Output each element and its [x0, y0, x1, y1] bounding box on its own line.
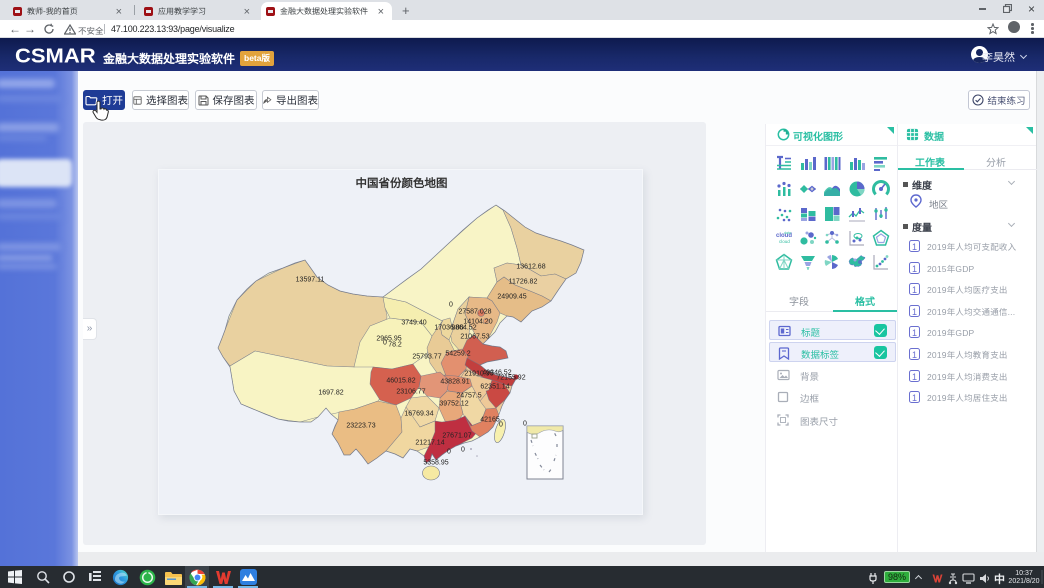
svg-text:13612.68: 13612.68 [516, 264, 545, 271]
svg-text:21067.53: 21067.53 [460, 334, 489, 341]
svg-text:13597.11: 13597.11 [296, 277, 325, 284]
svg-text:0: 0 [383, 340, 387, 347]
svg-text:23106.77: 23106.77 [396, 389, 425, 396]
svg-text:data: data [784, 231, 791, 235]
svg-text:5358.95: 5358.95 [423, 460, 448, 467]
svg-text:cloud: cloud [779, 239, 790, 244]
svg-text:78.2: 78.2 [388, 342, 402, 349]
svg-text:3749.40: 3749.40 [401, 320, 426, 327]
svg-text:46015.82: 46015.82 [386, 378, 415, 385]
svg-text:0: 0 [447, 449, 451, 456]
svg-text:62351.14: 62351.14 [480, 384, 509, 391]
svg-text:27587.028: 27587.028 [458, 309, 491, 316]
svg-text:16769.34: 16769.34 [404, 411, 433, 418]
svg-text:0: 0 [449, 302, 453, 309]
svg-text:25793.77: 25793.77 [412, 354, 441, 361]
svg-text:24757.5: 24757.5 [456, 393, 481, 400]
svg-text:0: 0 [499, 422, 503, 429]
svg-text:54259.2: 54259.2 [445, 351, 470, 358]
svg-text:23223.73: 23223.73 [346, 423, 375, 430]
svg-text:42165: 42165 [480, 417, 500, 424]
svg-text:0: 0 [461, 447, 465, 454]
svg-text:27671.07: 27671.07 [442, 433, 471, 440]
svg-text:0: 0 [523, 421, 527, 428]
svg-text:1697.82: 1697.82 [318, 390, 343, 397]
svg-text:14104.20: 14104.20 [463, 319, 492, 326]
svg-text:24909.45: 24909.45 [497, 294, 526, 301]
svg-text:9864.52: 9864.52 [451, 325, 476, 332]
svg-text:39752.12: 39752.12 [439, 401, 468, 408]
svg-text:43828.91: 43828.91 [440, 379, 469, 386]
svg-text:21217.14: 21217.14 [415, 440, 444, 447]
svg-text:72155.92: 72155.92 [496, 375, 525, 382]
svg-text:11726.82: 11726.82 [509, 279, 538, 286]
